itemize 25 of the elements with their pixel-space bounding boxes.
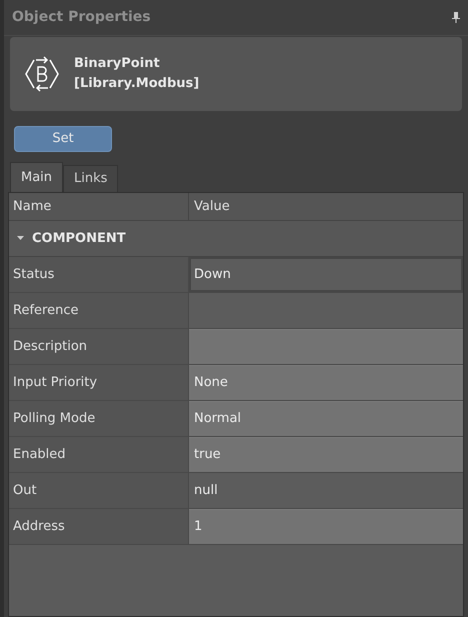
panel-title: Object Properties bbox=[12, 8, 151, 27]
tab[interactable]: Main bbox=[10, 162, 64, 192]
property-value[interactable]: Down bbox=[189, 256, 463, 292]
property-name: Status bbox=[9, 256, 189, 292]
property-name: Out bbox=[9, 472, 189, 508]
value-field[interactable] bbox=[189, 328, 463, 364]
object-name: BinaryPoint bbox=[74, 55, 161, 73]
column-header: Name bbox=[9, 192, 189, 220]
property-value[interactable]: true bbox=[189, 436, 463, 472]
property-name: Input Priority bbox=[9, 364, 189, 400]
property-value[interactable]: Normal bbox=[189, 400, 463, 436]
property-name: Reference bbox=[9, 292, 189, 328]
set-button[interactable]: Set bbox=[14, 126, 112, 152]
pin-icon[interactable] bbox=[452, 12, 460, 23]
category-header[interactable]: COMPONENT bbox=[9, 220, 463, 257]
column-header: Value bbox=[193, 198, 231, 216]
property-name: Address bbox=[9, 508, 189, 544]
property-value[interactable]: 1 bbox=[189, 508, 463, 544]
property-name: Enabled bbox=[9, 436, 189, 472]
property-name: Description bbox=[9, 328, 189, 364]
object-library: [Library.Modbus] bbox=[74, 75, 200, 93]
tab[interactable]: Links bbox=[63, 164, 118, 192]
property-value[interactable]: None bbox=[189, 364, 463, 400]
property-name: Polling Mode bbox=[9, 400, 189, 436]
caret-icon bbox=[17, 236, 24, 240]
